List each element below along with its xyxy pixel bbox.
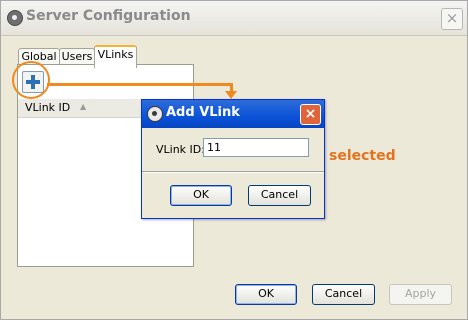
add-vlink-dialog: Add VLink × VLink ID: OK Cancel [141,99,325,219]
app-icon [147,106,163,122]
dialog-titlebar[interactable]: Add VLink × [142,100,324,128]
tab-vlinks[interactable]: VLinks [94,45,137,68]
window-close-button[interactable]: × [441,8,463,30]
window-titlebar[interactable]: Server Configuration × [1,1,467,36]
dialog-title: Add VLink [166,105,240,120]
arrow-down-icon [225,91,237,99]
cancel-button[interactable]: Cancel [312,284,375,305]
apply-button[interactable]: Apply [389,284,452,305]
vlink-id-input[interactable] [203,138,309,157]
selected-annotation: selected [329,148,396,164]
dialog-cancel-button[interactable]: Cancel [248,185,311,206]
ok-button[interactable]: OK [235,284,297,305]
callout-line [47,83,232,86]
dialog-divider [142,171,324,173]
dialog-close-button[interactable]: × [300,104,321,125]
sort-ascending-icon: ▲ [80,102,87,111]
callout-circle [12,61,50,99]
window-title: Server Configuration [26,8,191,24]
vlink-id-label: VLink ID: [156,143,205,156]
dialog-ok-button[interactable]: OK [170,185,232,206]
app-icon [7,10,23,26]
column-header-vlink-id[interactable]: VLink ID [25,101,70,114]
